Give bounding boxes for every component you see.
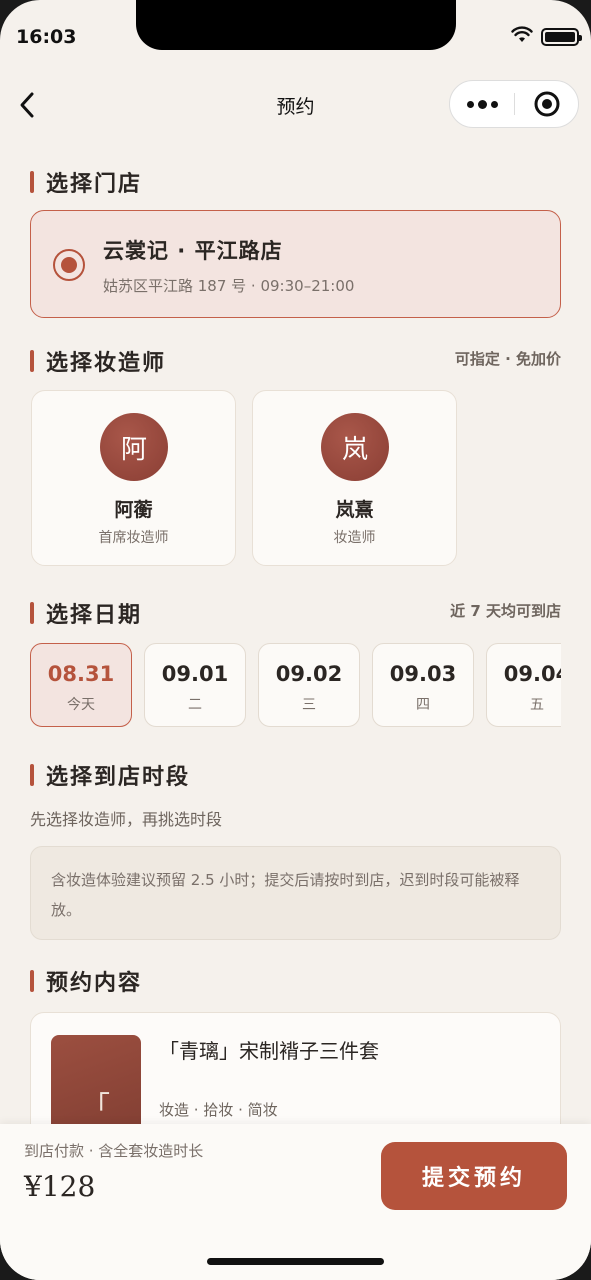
date-item[interactable]: 09.03 四 (372, 643, 474, 727)
battery-icon (541, 28, 582, 46)
status-bar: 16:03 (0, 0, 591, 70)
payment-note: 到店付款 · 含全套妆造时长 (24, 1142, 204, 1160)
more-icon (466, 100, 474, 108)
section-marker (30, 350, 34, 372)
date-scroller[interactable]: 08.31 今天 09.01 二 09.02 三 09.03 四 09.04 五 (30, 643, 561, 727)
home-indicator[interactable] (207, 1258, 384, 1265)
artist-name: 阿蘅 (114, 499, 153, 521)
store-section-title: 选择门店 (30, 166, 142, 198)
section-marker (30, 970, 34, 992)
notch (136, 0, 456, 50)
store-address: 姑苏区平江路 187 号 · 09:30–21:00 (103, 277, 355, 295)
more-button[interactable] (450, 99, 514, 109)
wifi-icon (511, 26, 533, 48)
close-miniprogram-button[interactable] (515, 90, 578, 118)
artist-section-note: 可指定 · 免加价 (454, 350, 561, 368)
artist-card[interactable]: 阿 阿蘅 首席妆造师 (31, 390, 236, 566)
artist-name: 岚熹 (335, 499, 374, 521)
status-icons (511, 26, 582, 48)
store-card[interactable]: 云裳记 · 平江路店 姑苏区平江路 187 号 · 09:30–21:00 (30, 210, 561, 318)
radio-selected-icon (53, 249, 85, 281)
date-item[interactable]: 08.31 今天 (30, 643, 132, 727)
date-item[interactable]: 09.02 三 (258, 643, 360, 727)
avatar: 阿 (100, 413, 168, 481)
section-marker (30, 171, 34, 193)
status-time: 16:03 (16, 26, 77, 48)
target-icon (534, 91, 559, 117)
store-name: 云裳记 · 平江路店 (103, 239, 283, 263)
submit-button[interactable]: 提交预约 (381, 1142, 567, 1210)
nav-bar: 预约 (0, 78, 591, 132)
time-section-title: 选择到店时段 (30, 759, 190, 791)
artist-role: 妆造师 (333, 530, 376, 546)
date-item[interactable]: 09.04 五 (486, 643, 561, 727)
avatar: 岚 (321, 413, 389, 481)
bottom-bar: 到店付款 · 含全套妆造时长 ¥128 提交预约 (0, 1124, 591, 1280)
artist-role: 首席妆造师 (98, 530, 169, 546)
content-section-title: 预约内容 (30, 965, 142, 997)
section-marker (30, 764, 34, 786)
mini-program-capsule (449, 80, 579, 128)
time-hint: 先选择妆造师，再挑选时段 (30, 810, 223, 829)
artist-section-title: 选择妆造师 (30, 345, 166, 377)
product-title: 「青璃」宋制褙子三件套 (159, 1039, 379, 1063)
date-section-title: 选择日期 (30, 597, 142, 629)
notice-box: 含妆造体验建议预留 2.5 小时；提交后请按时到店，迟到时段可能被释放。 (30, 846, 561, 940)
product-tags: 妆造 · 拾妆 · 简妆 (159, 1101, 278, 1119)
phone-screen: 16:03 预约 选择门店 云裳记 · 平江路店 姑苏区平江路 187 号 · … (0, 0, 591, 1280)
section-marker (30, 602, 34, 624)
artist-card[interactable]: 岚 岚熹 妆造师 (252, 390, 457, 566)
date-item[interactable]: 09.01 二 (144, 643, 246, 727)
price: ¥128 (24, 1170, 96, 1203)
date-section-note: 近 7 天均可到店 (450, 602, 561, 620)
